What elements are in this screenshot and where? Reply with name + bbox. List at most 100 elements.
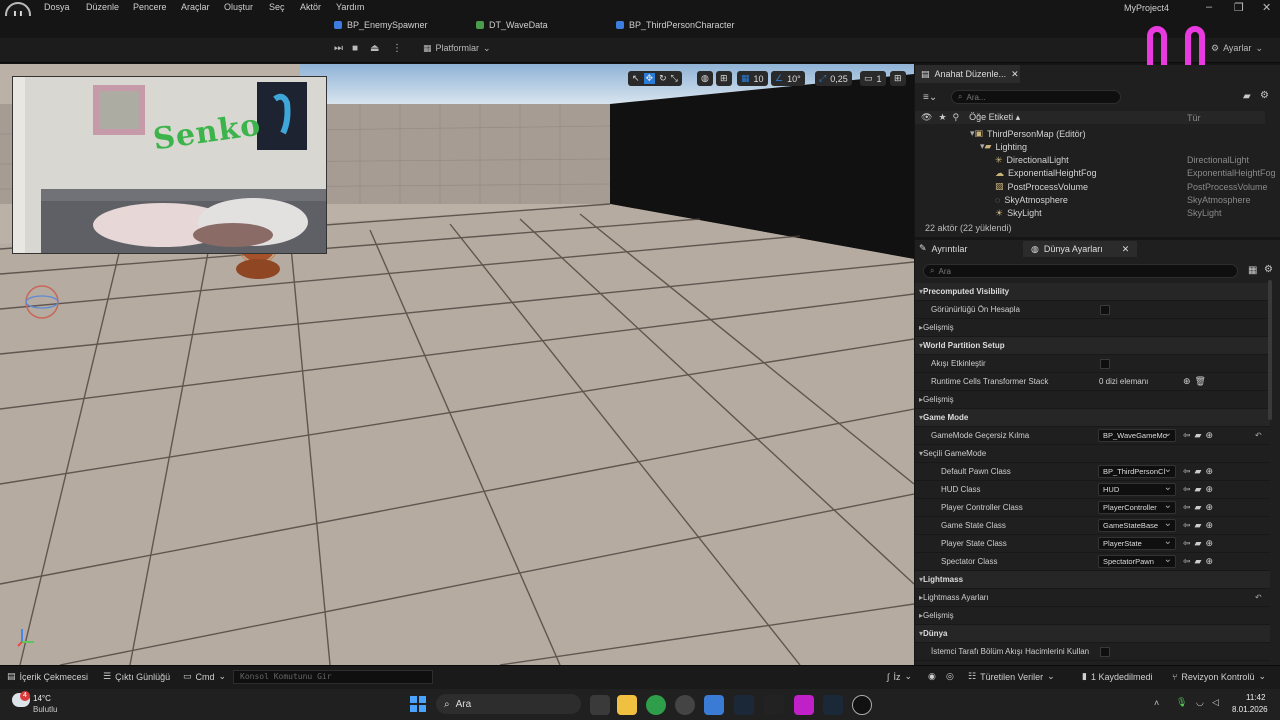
clock-time[interactable]: 11:42 bbox=[1246, 693, 1265, 702]
app-icon[interactable] bbox=[794, 695, 814, 715]
world-local-toggle[interactable]: ◍ bbox=[697, 71, 713, 86]
browse-arrow-icon[interactable]: ⇦ bbox=[1183, 520, 1191, 531]
maximize-icon[interactable]: ❐ bbox=[1234, 1, 1244, 14]
move-icon[interactable]: ✥ bbox=[643, 73, 656, 84]
property-checkbox[interactable] bbox=[1100, 304, 1110, 315]
outliner-row[interactable]: ☁ ExponentialHeightFog ExponentialHeight… bbox=[915, 167, 1276, 180]
clock-date[interactable]: 8.01.2026 bbox=[1232, 705, 1268, 714]
scale-icon[interactable]: ⤡ bbox=[671, 73, 678, 84]
console-input[interactable]: Konsol Komutunu Gir bbox=[233, 670, 433, 684]
tab-dt-wavedata[interactable]: DT_WaveData bbox=[476, 20, 548, 30]
close-icon[interactable]: ✕ bbox=[1011, 69, 1019, 80]
details-section-header[interactable]: ▾ Lightmass bbox=[915, 571, 1270, 589]
details-section-header[interactable]: ▾ Precomputed Visibility bbox=[915, 283, 1270, 301]
outliner-search-input[interactable]: ⌕ Ara... bbox=[951, 90, 1121, 104]
details-subsection[interactable]: ▸ Gelişmiş bbox=[915, 607, 1270, 625]
browse-arrow-icon[interactable]: ⇦ bbox=[1183, 556, 1191, 567]
property-checkbox[interactable] bbox=[1100, 646, 1110, 657]
details-section-header[interactable]: ▾ World Partition Setup bbox=[915, 337, 1270, 355]
details-section-header[interactable]: ▾ Game Mode bbox=[915, 409, 1270, 427]
details-subsection[interactable]: ▸ Gelişmiş bbox=[915, 391, 1270, 409]
class-dropdown[interactable]: HUD bbox=[1098, 483, 1176, 496]
platforms-button[interactable]: ▦ Platformlar ⌄ bbox=[423, 43, 491, 54]
menu-item-1[interactable]: Düzenle bbox=[86, 2, 119, 12]
add-icon[interactable]: ⊕ bbox=[1205, 466, 1213, 477]
output-log-button[interactable]: ☰ Çıktı Günlüğü bbox=[103, 671, 170, 682]
add-icon[interactable]: ⊕ bbox=[1205, 430, 1213, 441]
menu-item-6[interactable]: Aktör bbox=[300, 2, 321, 12]
menu-item-0[interactable]: Dosya bbox=[44, 2, 70, 12]
trash-icon[interactable]: 🗑 bbox=[1195, 376, 1206, 387]
add-element-icon[interactable]: ⊕ bbox=[1183, 376, 1191, 387]
surface-snap[interactable]: ⊞ bbox=[716, 71, 732, 86]
outliner-row[interactable]: ☀ SkyLight SkyLight bbox=[915, 207, 1265, 220]
filter-icon[interactable]: ≡⌄ bbox=[923, 92, 937, 103]
outliner-row[interactable]: ▾ ▣ ThirdPersonMap (Editör) bbox=[915, 127, 1265, 140]
folder-icon[interactable]: ▰ bbox=[1195, 538, 1202, 549]
details-search-input[interactable]: ⌕ Ara bbox=[923, 264, 1238, 278]
class-dropdown[interactable]: BP_WaveGameMo bbox=[1098, 429, 1176, 442]
tab-world-settings[interactable]: ◍ Dünya Ayarları ✕ bbox=[1023, 241, 1138, 257]
gear-icon[interactable]: ⚙ bbox=[1260, 90, 1269, 101]
class-dropdown[interactable]: GameStateBase bbox=[1098, 519, 1176, 532]
menu-item-4[interactable]: Oluştur bbox=[224, 2, 253, 12]
menu-item-2[interactable]: Pencere bbox=[133, 2, 167, 12]
folder-icon[interactable]: ▰ bbox=[1195, 466, 1202, 477]
add-icon[interactable]: ⊕ bbox=[1205, 502, 1213, 513]
scrollbar[interactable] bbox=[1268, 280, 1272, 420]
maximize-viewport[interactable]: ⊞ bbox=[890, 71, 906, 86]
chevron-up-icon[interactable]: ˄ bbox=[1154, 698, 1159, 708]
add-icon[interactable]: ⊕ bbox=[1205, 556, 1213, 567]
browse-arrow-icon[interactable]: ⇦ bbox=[1183, 538, 1191, 549]
wifi-icon[interactable]: ◡ bbox=[1196, 697, 1204, 708]
cmd-button[interactable]: ▭ Cmd ⌄ bbox=[183, 671, 226, 682]
camera-speed[interactable]: ▭ 1 bbox=[860, 71, 886, 86]
rotate-icon[interactable]: ↻ bbox=[659, 73, 667, 84]
steam-icon-2[interactable] bbox=[823, 695, 843, 715]
scale-snap[interactable]: ⤢ 0,25 bbox=[815, 71, 852, 86]
folder-icon[interactable]: ▰ bbox=[1195, 430, 1202, 441]
revision-control-button[interactable]: ⑂ Revizyon Kontrolü ⌄ bbox=[1172, 671, 1266, 682]
tab-outliner[interactable]: ▤ Anahat Düzenle... ✕ bbox=[915, 65, 1020, 83]
unsaved-button[interactable]: ▮ 1 Kaydedilmedi bbox=[1082, 671, 1153, 682]
outliner-row[interactable]: ✳ DirectionalLight DirectionalLight bbox=[915, 154, 1265, 167]
details-subsection[interactable]: ▸ Lightmass Ayarları ↶ bbox=[915, 589, 1270, 607]
windows-start-icon[interactable] bbox=[410, 696, 426, 712]
reset-icon[interactable]: ↶ bbox=[1255, 593, 1262, 602]
tab-bp-enemyspawner[interactable]: BP_EnemySpawner bbox=[334, 20, 428, 30]
stop-icon[interactable]: ■ bbox=[352, 43, 358, 54]
property-checkbox[interactable] bbox=[1100, 358, 1110, 369]
trace-button[interactable]: ∫ İz ⌄ bbox=[887, 671, 912, 682]
class-dropdown[interactable]: SpectatorPawn bbox=[1098, 555, 1176, 568]
gear-icon[interactable]: ⚙ bbox=[1264, 264, 1273, 275]
browse-arrow-icon[interactable]: ⇦ bbox=[1183, 502, 1191, 513]
speaker-icon[interactable]: ◁ bbox=[1212, 697, 1219, 708]
details-subsection[interactable]: ▾ Seçili GameMode bbox=[915, 445, 1270, 463]
menu-item-3[interactable]: Araçlar bbox=[181, 2, 210, 12]
add-icon[interactable]: ⊕ bbox=[1205, 484, 1213, 495]
folder-icon[interactable]: ▰ bbox=[1195, 484, 1202, 495]
close-icon[interactable]: ✕ bbox=[1122, 244, 1130, 255]
table-view-icon[interactable]: ▦ bbox=[1248, 265, 1257, 276]
record-icon[interactable]: ◉ bbox=[928, 671, 936, 682]
tab-bp-thirdpersoncharacter[interactable]: BP_ThirdPersonCharacter bbox=[616, 20, 735, 30]
add-icon[interactable]: ⊕ bbox=[1205, 520, 1213, 531]
transform-tools[interactable]: ↖ ✥ ↻ ⤡ bbox=[628, 71, 682, 86]
class-dropdown[interactable]: BP_ThirdPersonCl bbox=[1098, 465, 1176, 478]
outliner-row[interactable]: ▾ ▰ Lighting bbox=[915, 140, 1265, 153]
menu-item-7[interactable]: Yardım bbox=[336, 2, 364, 12]
angle-snap[interactable]: ∠ 10° bbox=[771, 71, 805, 86]
broadcast-icon[interactable]: ◎ bbox=[946, 671, 954, 682]
eject-icon[interactable]: ⏏ bbox=[370, 43, 379, 54]
menu-item-5[interactable]: Seç bbox=[269, 2, 285, 12]
details-section-header[interactable]: ▾ Dünya bbox=[915, 625, 1270, 643]
level-viewport[interactable]: Senko bbox=[0, 26, 1234, 665]
github-icon[interactable] bbox=[675, 695, 695, 715]
add-icon[interactable]: ⊕ bbox=[1205, 538, 1213, 549]
epic-games-icon[interactable] bbox=[764, 695, 784, 715]
task-view-icon[interactable] bbox=[590, 695, 610, 715]
tab-details[interactable]: ✎ Ayrıntılar bbox=[919, 243, 967, 254]
browse-arrow-icon[interactable]: ⇦ bbox=[1183, 430, 1191, 441]
details-subsection[interactable]: ▸ Gelişmiş bbox=[915, 319, 1270, 337]
folder-icon[interactable]: ▰ bbox=[1195, 520, 1202, 531]
